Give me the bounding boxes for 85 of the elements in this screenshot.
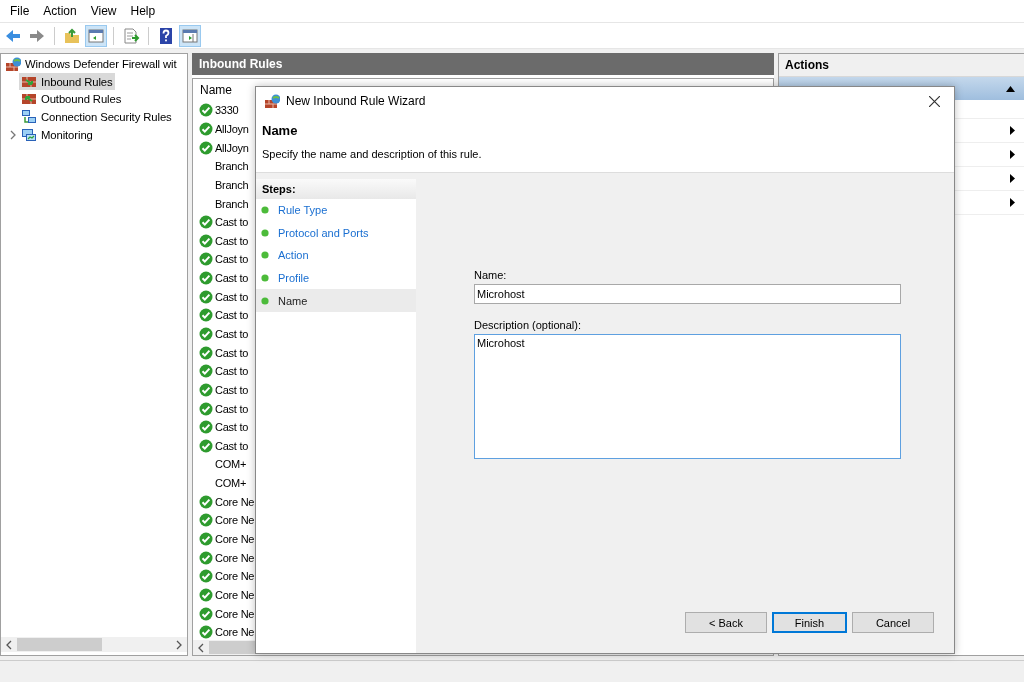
steps-header: Steps: bbox=[256, 179, 416, 199]
panel-icon bbox=[181, 26, 199, 45]
rule-name[interactable]: Cast to bbox=[215, 234, 249, 247]
scroll-left-icon[interactable] bbox=[197, 642, 205, 653]
submenu-arrow-icon[interactable] bbox=[1010, 150, 1015, 159]
rule-name[interactable]: Cast to bbox=[215, 309, 249, 322]
name-field[interactable]: Microhost bbox=[474, 284, 901, 304]
folder-icon bbox=[63, 26, 81, 45]
collapse-caret-icon[interactable] bbox=[1006, 85, 1015, 92]
rule-name[interactable]: Core Ne bbox=[215, 514, 255, 527]
rule-name[interactable]: Core Ne bbox=[215, 533, 255, 546]
help-icon bbox=[157, 26, 175, 45]
step-dot-icon bbox=[261, 296, 269, 305]
dialog-button[interactable]: Cancel bbox=[852, 612, 934, 633]
rule-name[interactable]: Branch bbox=[215, 197, 249, 210]
rule-name[interactable]: COM+ bbox=[215, 477, 247, 490]
rule-name[interactable]: COM+ bbox=[215, 458, 247, 471]
tree-item[interactable]: Inbound Rules bbox=[19, 73, 115, 91]
rule-name[interactable]: AllJoyn bbox=[215, 141, 249, 154]
toolbar-button[interactable] bbox=[85, 24, 107, 47]
rule-name[interactable]: Cast to bbox=[215, 365, 249, 378]
rule-name[interactable]: Cast to bbox=[215, 383, 249, 396]
tree-item[interactable]: Connection Security Rules bbox=[19, 108, 174, 126]
pane-title: Actions bbox=[779, 54, 1024, 77]
field-label: Name: bbox=[474, 269, 508, 281]
description-field[interactable]: Microhost bbox=[474, 334, 901, 459]
pane-title: Inbound Rules bbox=[192, 53, 774, 75]
step-dot-icon bbox=[261, 251, 269, 260]
rule-name[interactable]: Core Ne bbox=[215, 551, 255, 564]
panel-icon bbox=[87, 26, 105, 45]
rule-name[interactable]: Core Ne bbox=[215, 626, 255, 639]
rule-name[interactable]: Core Ne bbox=[215, 570, 255, 583]
rule-name[interactable]: Core Ne bbox=[215, 607, 255, 620]
close-icon[interactable] bbox=[928, 95, 940, 107]
expand-chevron-icon[interactable] bbox=[9, 129, 17, 140]
tree-item[interactable]: Windows Defender Firewall wit bbox=[3, 55, 179, 73]
dialog-button[interactable]: < Back bbox=[685, 612, 767, 633]
step-dot-icon bbox=[261, 274, 269, 283]
step-dot-icon bbox=[261, 206, 269, 215]
submenu-arrow-icon[interactable] bbox=[1010, 198, 1015, 207]
submenu-arrow-icon[interactable] bbox=[1010, 174, 1015, 183]
rule-name[interactable]: Cast to bbox=[215, 216, 249, 229]
scroll-right-icon[interactable] bbox=[175, 639, 183, 650]
step-dot-icon bbox=[261, 228, 269, 237]
tree-item[interactable]: Monitoring bbox=[19, 126, 95, 144]
page-description: Specify the name and description of this rule. bbox=[262, 148, 483, 160]
rule-name[interactable]: Core Ne bbox=[215, 495, 255, 508]
wizard-step[interactable]: Name bbox=[256, 289, 416, 312]
field-label: Description (optional): bbox=[474, 319, 582, 331]
rule-name[interactable]: 3330 bbox=[215, 104, 239, 117]
computers-icon bbox=[21, 108, 37, 125]
rule-name[interactable]: Cast to bbox=[215, 346, 249, 359]
scroll-left-icon[interactable] bbox=[5, 639, 13, 650]
rule-name[interactable]: Cast to bbox=[215, 402, 249, 415]
wizard-step[interactable]: Protocol and Ports bbox=[256, 221, 416, 245]
rule-name[interactable]: Cast to bbox=[215, 421, 249, 434]
rule-name[interactable]: Cast to bbox=[215, 439, 249, 452]
rule-name[interactable]: Cast to bbox=[215, 290, 249, 303]
rule-name[interactable]: Branch bbox=[215, 178, 249, 191]
column-header[interactable]: Name bbox=[200, 83, 232, 97]
menu-item[interactable]: View bbox=[83, 4, 124, 18]
firewall-icon bbox=[5, 55, 21, 72]
horizontal-scrollbar[interactable] bbox=[1, 637, 187, 652]
wizard-step[interactable]: Rule Type bbox=[256, 199, 416, 222]
dialog-title: New Inbound Rule Wizard bbox=[286, 94, 427, 108]
rule-name[interactable]: Cast to bbox=[215, 253, 249, 266]
tree-item[interactable]: Outbound Rules bbox=[19, 90, 124, 108]
rule-name[interactable]: AllJoyn bbox=[215, 122, 249, 135]
wizard-step[interactable]: Profile bbox=[256, 266, 416, 290]
rule-name[interactable]: Core Ne bbox=[215, 588, 255, 601]
menu-item[interactable]: Action bbox=[36, 4, 84, 18]
menu-item[interactable]: Help bbox=[123, 4, 163, 18]
toolbar-button[interactable] bbox=[179, 24, 201, 47]
monitor-icon bbox=[21, 126, 37, 143]
rule-name[interactable]: Branch bbox=[215, 160, 249, 173]
export-list-icon bbox=[122, 26, 140, 45]
dialog-button[interactable]: Finish bbox=[772, 612, 847, 633]
scrollbar-thumb[interactable] bbox=[17, 638, 102, 651]
wizard-step[interactable]: Action bbox=[256, 244, 416, 267]
menu-item[interactable]: File bbox=[3, 4, 37, 18]
firewall-icon bbox=[264, 93, 280, 109]
submenu-arrow-icon[interactable] bbox=[1010, 126, 1015, 135]
rule-name[interactable]: Cast to bbox=[215, 272, 249, 285]
page-heading: Name bbox=[262, 123, 299, 138]
rule-name[interactable]: Cast to bbox=[215, 328, 249, 340]
